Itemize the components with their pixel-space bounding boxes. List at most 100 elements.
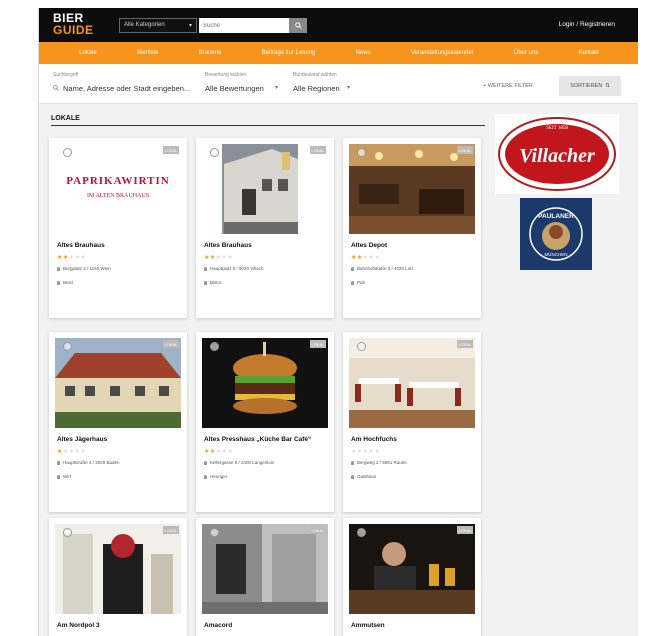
venue-type: Heuriger (204, 474, 227, 479)
venue-type-text: Gasthaus (357, 474, 377, 479)
venue-photo (349, 338, 475, 428)
location-search-input[interactable]: Name, Adresse oder Stadt eingeben... (63, 84, 190, 93)
logo-text-bottom: GUIDE (53, 23, 94, 37)
nav-item-events[interactable]: Veranstaltungskalender (411, 50, 474, 56)
paulaner-ad[interactable]: PAULANER MÜNCHEN (520, 198, 592, 270)
venue-photo (202, 144, 328, 234)
venue-photo (349, 524, 475, 614)
venue-name[interactable]: Altes Jägerhaus (57, 436, 107, 443)
category-select[interactable]: Alle Kategorien ▾ (119, 18, 197, 33)
sort-icon: ⇅ (605, 83, 610, 89)
venue-name[interactable]: Altes Brauhaus (204, 242, 252, 249)
chevron-down-icon: ▾ (347, 85, 351, 91)
favorite-icon[interactable] (210, 528, 219, 537)
venue-type-text: Bistro (210, 280, 222, 285)
venue-card[interactable]: LOKAL Am Nordpol 3 (49, 518, 187, 636)
venue-address-text: Burgplatz 3 / 1150 Wien (63, 266, 111, 271)
nav-item-contact[interactable]: Kontakt (579, 50, 599, 56)
ad-lettering: SEIT 1858 (546, 126, 568, 131)
venue-address-text: Bergweg 2 / 5661 Rauris (357, 460, 407, 465)
venue-card[interactable]: LOKAL Ammutsen (343, 518, 481, 636)
villacher-ad[interactable]: SEIT 1858 Villacher (495, 114, 619, 194)
venue-address-text: Hauptplatz 5 / 9020 Villach (210, 266, 264, 271)
venue-card[interactable]: LOKAL Altes Jägerhaus ★★★★★ Hauptstraße … (49, 332, 187, 512)
ad-lettering: MÜNCHEN (545, 251, 568, 257)
page-frame: BIER GUIDE Alle Kategorien ▾ Login / Reg… (38, 8, 638, 636)
venue-photo (55, 338, 181, 428)
favorite-icon[interactable] (210, 342, 219, 351)
rating-filter-select[interactable]: Alle Bewertungen (205, 84, 264, 93)
venue-card[interactable]: LOKAL Altes Presshaus „Küche Bar Café“ ★… (196, 332, 334, 512)
venue-badge: LOKAL (163, 146, 179, 154)
nav-item-beitraege[interactable]: Beiträge zur Lesung (262, 50, 316, 56)
more-filters-button[interactable]: + WEITERE FILTER (483, 83, 533, 89)
login-link[interactable]: Login / Registrieren (559, 21, 615, 28)
section-title: LOKALE (51, 115, 80, 122)
venue-photo (202, 338, 328, 428)
venue-address-text: Bahnhofstraße 3 / 4020 Linz (357, 266, 414, 271)
region-filter-select[interactable]: Alle Regionen (293, 84, 340, 93)
nav-item-lokale[interactable]: Lokale (79, 50, 97, 56)
search-icon (53, 85, 59, 91)
rating-filter-label: Bewertung wählen (205, 72, 247, 78)
venue-photo: PAPRIKAWIRTIN IM ALTEN BRAUHAUS (55, 144, 181, 234)
venue-type: Bistro (204, 280, 222, 285)
favorite-icon[interactable] (357, 528, 366, 537)
sort-button[interactable]: SORTIEREN ⇅ (559, 76, 621, 96)
venue-name[interactable]: Ammutsen (351, 622, 385, 629)
tag-icon (57, 280, 60, 285)
location-pin-icon (57, 266, 60, 271)
venue-type: Pub (351, 280, 365, 285)
nav-item-brauerei[interactable]: Brauerei (199, 50, 222, 56)
venue-badge: LOKAL (457, 340, 473, 348)
venue-name[interactable]: Altes Brauhaus (57, 242, 105, 249)
venue-card[interactable]: LOKAL Altes Depot ★★★★★ Bahnhofstraße 3 … (343, 138, 481, 318)
location-pin-icon (351, 266, 354, 271)
favorite-icon[interactable] (357, 342, 366, 351)
logo-lettering: IM ALTEN BRAUHAUS (87, 193, 149, 199)
venue-card[interactable]: LOKAL Altes Brauhaus ★★★★★ Hauptplatz 5 … (196, 138, 334, 318)
nav-item-news[interactable]: News (356, 50, 371, 56)
section-divider (51, 125, 485, 126)
search-input[interactable] (199, 18, 289, 33)
venue-type: Beisl (57, 280, 73, 285)
venue-card[interactable]: LOKAL Amacord (196, 518, 334, 636)
nav-item-about[interactable]: Über uns (514, 50, 538, 56)
favorite-icon[interactable] (357, 148, 366, 157)
nav-item-bierliste[interactable]: Bierliste (137, 50, 158, 56)
star-rating: ★★★★★ (351, 449, 381, 455)
favorite-icon[interactable] (63, 528, 72, 537)
venue-address: Kellergasse 8 / 3400 Langenlois (204, 460, 274, 465)
search-filter-label: Suchbegriff (53, 72, 79, 78)
top-bar: BIER GUIDE Alle Kategorien ▾ Login / Reg… (39, 8, 638, 42)
venue-name[interactable]: Amacord (204, 622, 232, 629)
venue-name[interactable]: Am Hochfuchs (351, 436, 397, 443)
venue-type-text: Heuriger (210, 474, 228, 479)
region-filter-label: Bundesland wählen (293, 72, 337, 78)
venue-badge: LOKAL (310, 340, 326, 348)
sort-label: SORTIEREN (570, 83, 603, 89)
logo-lettering: PAPRIKAWIRTIN (66, 175, 169, 187)
venue-address: Burgplatz 3 / 1150 Wien (57, 266, 111, 271)
star-rating: ★★★★★ (57, 449, 87, 455)
venue-name[interactable]: Am Nordpol 3 (57, 622, 100, 629)
venue-name[interactable]: Altes Depot (351, 242, 387, 249)
favorite-icon[interactable] (63, 342, 72, 351)
site-logo[interactable]: BIER GUIDE (53, 12, 101, 38)
chevron-down-icon: ▾ (188, 23, 192, 29)
venue-photo (202, 524, 328, 614)
venue-address: Bergweg 2 / 5661 Rauris (351, 460, 407, 465)
star-rating: ★★★★★ (57, 255, 87, 261)
venue-address-text: Kellergasse 8 / 3400 Langenlois (210, 460, 275, 465)
venue-address: Bahnhofstraße 3 / 4020 Linz (351, 266, 414, 271)
search-icon (294, 22, 302, 29)
venue-card[interactable]: PAPRIKAWIRTIN IM ALTEN BRAUHAUS LOKAL Al… (49, 138, 187, 318)
search-button[interactable] (289, 18, 307, 33)
tag-icon (351, 280, 354, 285)
favorite-icon[interactable] (63, 148, 72, 157)
favorite-icon[interactable] (210, 148, 219, 157)
venue-name[interactable]: Altes Presshaus „Küche Bar Café“ (204, 436, 311, 443)
venue-photo (349, 144, 475, 234)
venue-badge: LOKAL (163, 526, 179, 534)
venue-card[interactable]: LOKAL Am Hochfuchs ★★★★★ Bergweg 2 / 566… (343, 332, 481, 512)
